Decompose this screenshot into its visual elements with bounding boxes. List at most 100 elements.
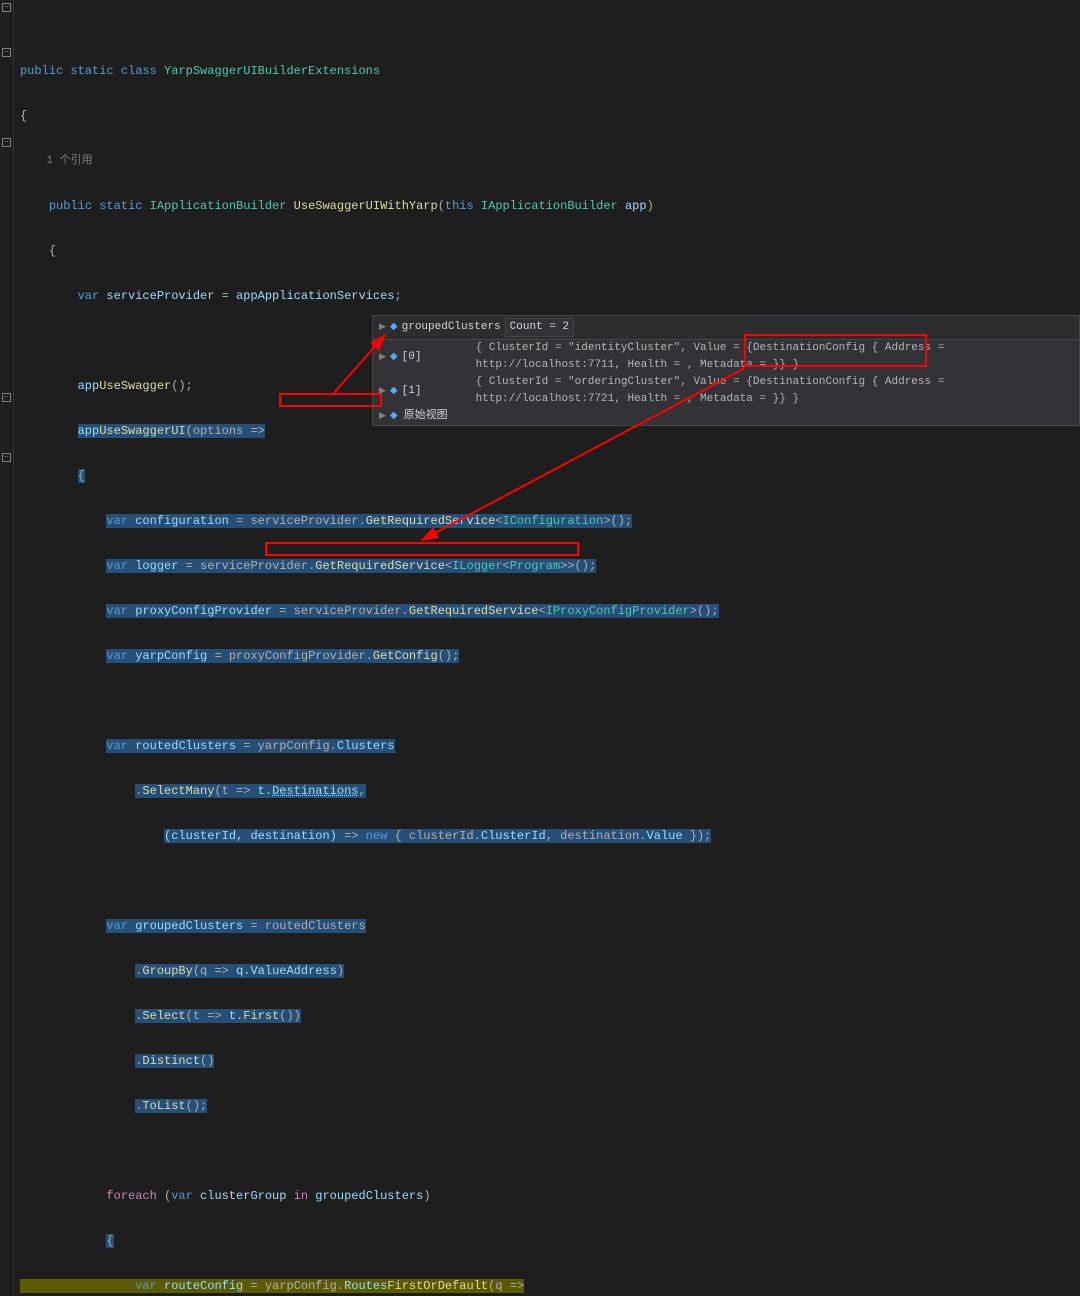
- lambda: =>: [214, 964, 236, 978]
- punct: .: [135, 1099, 142, 1113]
- datatip-row[interactable]: ▶ ◆ [1] { ClusterId = "orderingCluster",…: [373, 374, 1079, 408]
- datatip-value: { ClusterId = "identityCluster", Value =…: [456, 340, 1073, 374]
- lambda: =>: [250, 424, 264, 438]
- punct: = routedClusters: [250, 919, 365, 933]
- datatip-value: { ClusterId = "orderingCluster", Value =…: [456, 374, 1073, 408]
- ident: Destinations: [272, 784, 358, 798]
- punct: <: [503, 559, 510, 573]
- object-icon: ◆: [390, 319, 398, 336]
- punct: = serviceProvider.: [236, 514, 366, 528]
- method-name: UseSwagger: [99, 379, 171, 393]
- keyword: var: [106, 919, 135, 933]
- keyword: var: [106, 559, 135, 573]
- fold-toggle[interactable]: −: [2, 393, 11, 402]
- datatip-key: [1]: [402, 383, 452, 400]
- keyword: var: [106, 649, 135, 663]
- punct: = yarpConfig.: [250, 1279, 344, 1293]
- method-name: First: [243, 1009, 279, 1023]
- punct: >>();: [560, 559, 596, 573]
- keyword: var: [106, 604, 135, 618]
- keyword: var: [78, 289, 107, 303]
- keyword: public static: [49, 199, 150, 213]
- ident: clusterGroup: [200, 1189, 294, 1203]
- reference-count[interactable]: 1 个引用: [18, 154, 1080, 169]
- param: app: [625, 199, 647, 213]
- fold-gutter: − − − − −: [0, 0, 14, 1296]
- brace: {: [106, 1234, 113, 1248]
- datatip-key: [0]: [402, 349, 452, 366]
- punct: >();: [603, 514, 632, 528]
- punct: = serviceProvider.: [186, 559, 316, 573]
- ident: logger: [135, 559, 185, 573]
- keyword: var: [106, 739, 135, 753]
- punct: (q: [488, 1279, 510, 1293]
- datatip-title: groupedClusters: [402, 319, 501, 336]
- expand-icon[interactable]: ▶: [379, 408, 386, 425]
- punct: ()): [279, 1009, 301, 1023]
- punct: ();: [186, 1099, 208, 1113]
- method-name: GetConfig: [373, 649, 438, 663]
- method-name: GetRequiredService: [315, 559, 445, 573]
- punct: = serviceProvider.: [279, 604, 409, 618]
- ident: configuration: [135, 514, 236, 528]
- blank-line: [18, 694, 1080, 709]
- ident: groupedClusters: [315, 1189, 423, 1203]
- ident: app: [78, 379, 100, 393]
- method-name: SelectMany: [142, 784, 214, 798]
- punct: = yarpConfig.: [243, 739, 337, 753]
- datatip-row[interactable]: ▶ ◆ 原始视图: [373, 408, 1079, 425]
- type-name: Program: [510, 559, 560, 573]
- fold-toggle[interactable]: −: [2, 138, 11, 147]
- expand-icon[interactable]: ▶: [379, 319, 386, 336]
- brace: {: [18, 109, 1080, 124]
- ident: Value: [250, 964, 286, 978]
- punct: ): [647, 199, 654, 213]
- punct: .: [135, 1054, 142, 1068]
- ident: Value: [647, 829, 683, 843]
- keyword: var: [135, 1279, 164, 1293]
- datatip-row[interactable]: ▶ ◆ [0] { ClusterId = "identityCluster",…: [373, 340, 1079, 374]
- lambda: =>: [510, 1279, 524, 1293]
- method-name: GroupBy: [142, 964, 192, 978]
- method-name: FirstOrDefault: [387, 1279, 488, 1293]
- lambda: =>: [207, 1009, 229, 1023]
- ident: yarpConfig: [135, 649, 214, 663]
- type-name: ILogger: [452, 559, 502, 573]
- fold-toggle[interactable]: −: [2, 453, 11, 462]
- method-name: GetRequiredService: [366, 514, 496, 528]
- punct: .: [135, 1009, 142, 1023]
- punct: (t: [186, 1009, 208, 1023]
- expand-icon[interactable]: ▶: [379, 349, 386, 366]
- expand-icon[interactable]: ▶: [379, 383, 386, 400]
- type-name: IApplicationBuilder: [150, 199, 294, 213]
- keyword: var: [106, 514, 135, 528]
- keyword: var: [171, 1189, 200, 1203]
- method-name: Distinct: [142, 1054, 200, 1068]
- punct: (): [200, 1054, 214, 1068]
- punct: ,: [546, 829, 560, 843]
- object-icon: ◆: [390, 383, 398, 400]
- lambda: =>: [236, 784, 258, 798]
- ident: t.: [229, 1009, 243, 1023]
- punct: (: [438, 199, 445, 213]
- punct: ;: [394, 289, 401, 303]
- lambda: =>: [344, 829, 366, 843]
- fold-toggle[interactable]: −: [2, 48, 11, 57]
- code-editor[interactable]: − − − − − public static class YarpSwagge…: [0, 0, 1080, 1296]
- method-name: ToList: [142, 1099, 185, 1113]
- raw-view-label: 原始视图: [402, 408, 448, 425]
- debug-datatip[interactable]: ▶ ◆ groupedClusters Count = 2 ▶ ◆ [0] { …: [372, 315, 1080, 426]
- datatip-count: Count = 2: [505, 318, 574, 337]
- blank-line: [18, 1144, 1080, 1159]
- punct: ,: [358, 784, 365, 798]
- ident: t.: [258, 784, 272, 798]
- keyword: public static class: [20, 64, 164, 78]
- punct: <: [539, 604, 546, 618]
- fold-toggle[interactable]: −: [2, 3, 11, 12]
- ident: (clusterId, destination): [164, 829, 344, 843]
- punct: =: [222, 289, 236, 303]
- punct: ): [337, 964, 344, 978]
- punct: destination.: [560, 829, 646, 843]
- punct: });: [683, 829, 712, 843]
- punct: >();: [690, 604, 719, 618]
